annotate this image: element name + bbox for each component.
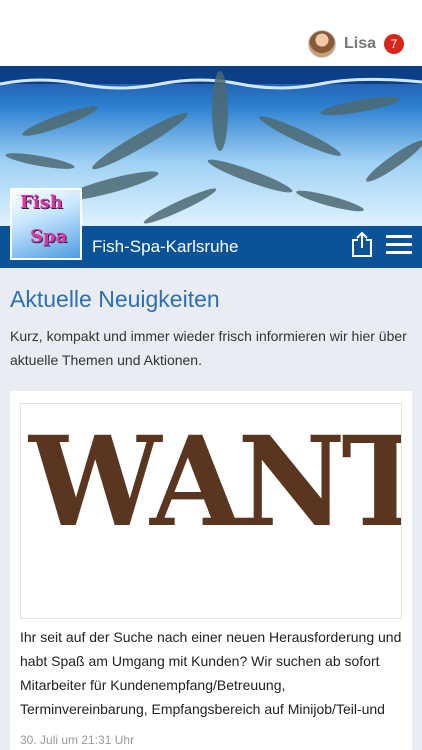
hamburger-menu-icon[interactable] xyxy=(386,235,412,255)
news-image[interactable]: WANTED xyxy=(20,403,402,619)
avatar[interactable] xyxy=(307,30,336,58)
logo-text-spa: Spa xyxy=(30,226,68,247)
news-date: 30. Juli um 21:31 Uhr xyxy=(20,733,135,747)
news-card[interactable]: WANTED Ihr seit auf der Suche nach einer… xyxy=(10,391,412,750)
page-title: Aktuelle Neuigkeiten xyxy=(10,286,220,312)
notification-badge[interactable]: 7 xyxy=(384,34,404,54)
top-bar: Lisa 7 xyxy=(0,0,422,66)
logo-text-fish: Fish xyxy=(20,192,63,213)
brand-name[interactable]: Fish-Spa-Karlsruhe xyxy=(92,237,238,257)
user-menu[interactable]: Lisa 7 xyxy=(307,30,404,58)
intro-text: Kurz, kompakt und immer wieder frisch in… xyxy=(10,328,407,368)
share-icon[interactable] xyxy=(350,231,374,257)
username[interactable]: Lisa xyxy=(344,35,376,53)
news-text: Ihr seit auf der Suche nach einer neuen … xyxy=(20,629,402,717)
wanted-image-text: WANTED xyxy=(29,408,401,555)
fish-spa-logo[interactable]: Fish Spa xyxy=(10,188,82,260)
